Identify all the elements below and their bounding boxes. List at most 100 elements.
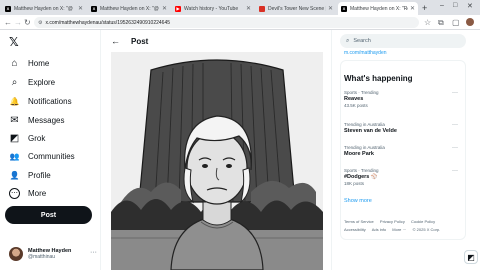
- search-input[interactable]: ⌕ Search: [340, 34, 466, 48]
- browser-tab-active[interactable]: X Matthew Hayden on X: "Ro ✕: [338, 2, 418, 15]
- bell-icon: 🔔: [9, 96, 20, 106]
- trend-item[interactable]: Trending in Australia Moore Park ···: [344, 145, 464, 157]
- nav-grok[interactable]: ◩ Grok: [9, 131, 46, 145]
- nav-communities[interactable]: 👥 Communities: [9, 149, 75, 163]
- trend-name: Reaves: [344, 96, 364, 102]
- close-window-button[interactable]: ✕: [467, 2, 473, 10]
- home-icon: ⌂: [11, 57, 18, 69]
- footer-links: Terms of Service Privacy Policy Cookie P…: [344, 218, 468, 234]
- nav-label: Home: [28, 58, 50, 68]
- extensions-icon[interactable]: ⧉: [438, 18, 444, 27]
- nav-label: Notifications: [28, 96, 72, 106]
- tab-title: Matthew Hayden on X: "Ro: [350, 5, 408, 12]
- side-panel-icon[interactable]: ▢: [452, 18, 460, 27]
- browser-tab[interactable]: X Matthew Hayden on X: "@ ✕: [88, 2, 170, 15]
- nav-more[interactable]: ⋯ More: [9, 186, 46, 200]
- tab-title: Watch history - YouTube: [184, 5, 239, 12]
- more-circle-icon: ⋯: [9, 187, 20, 199]
- profile-avatar[interactable]: [466, 18, 474, 26]
- bookmark-star-icon[interactable]: ☆: [424, 18, 431, 27]
- trend-item[interactable]: Sports · Trending #Dodgers ⚾ 18K posts ·…: [344, 168, 464, 186]
- trend-context: Sports · Trending: [344, 168, 379, 173]
- trend-context: Trending in Australia: [344, 122, 385, 127]
- more-icon[interactable]: ···: [452, 122, 458, 128]
- trend-context: Sports · Trending: [344, 90, 379, 95]
- browser-tab[interactable]: Devil's Tower New Scene | ✕: [256, 2, 336, 15]
- address-bar[interactable]: ⚙ x.com/matthewhaydenau/status/195263249…: [34, 17, 419, 28]
- x-logo-icon: X: [341, 5, 347, 12]
- site-info-icon[interactable]: ⚙: [38, 20, 42, 26]
- search-icon: ⌕: [346, 37, 350, 44]
- minimize-button[interactable]: –: [440, 2, 444, 9]
- maximize-button[interactable]: □: [453, 2, 457, 9]
- trend-item[interactable]: Sports · Trending Reaves 43.5K posts ···: [344, 90, 464, 108]
- back-arrow-icon[interactable]: ←: [4, 18, 12, 27]
- close-icon[interactable]: ✕: [78, 5, 83, 12]
- search-placeholder: Search: [353, 38, 371, 44]
- account-handle: @matthinau: [28, 254, 56, 260]
- more-icon[interactable]: ···: [452, 145, 458, 151]
- trend-count: 18K posts: [344, 181, 365, 186]
- browser-tab[interactable]: ▶ Watch history - YouTube ✕: [172, 2, 254, 15]
- footer-link[interactable]: Accessibility: [344, 227, 366, 232]
- reload-icon[interactable]: ↻: [24, 18, 31, 27]
- browser-toolbar: ← → ↻ ⚙ x.com/matthewhaydenau/status/195…: [0, 15, 480, 30]
- profile-link[interactable]: m.com/matthayden: [344, 50, 387, 56]
- footer-link[interactable]: More ···: [392, 227, 406, 232]
- browser-tab[interactable]: X Matthew Hayden on X: "@ ✕: [2, 2, 86, 15]
- address-text: x.com/matthewhaydenau/status/19526324909…: [45, 19, 171, 26]
- nav-messages[interactable]: ✉ Messages: [9, 113, 64, 127]
- more-icon[interactable]: ···: [452, 168, 458, 174]
- account-switcher[interactable]: Matthew Hayden @matthinau ···: [9, 244, 97, 264]
- close-icon[interactable]: ✕: [410, 5, 415, 12]
- close-icon[interactable]: ✕: [162, 5, 167, 12]
- more-icon[interactable]: ···: [90, 249, 97, 256]
- browser-tab-strip: X Matthew Hayden on X: "@ ✕ X Matthew Ha…: [0, 0, 480, 15]
- main-column: ← Post: [100, 30, 332, 270]
- grok-icon: ◩: [9, 132, 20, 144]
- avatar: [9, 247, 23, 261]
- footer-link[interactable]: Ads info: [372, 227, 386, 232]
- trend-name: Moore Park: [344, 151, 374, 157]
- footer-link[interactable]: Terms of Service: [344, 219, 374, 224]
- devils-tower-illustration: [111, 52, 323, 270]
- x-logo-icon: X: [5, 5, 11, 12]
- search-icon: ⌕: [11, 76, 18, 88]
- grok-floating-button[interactable]: ◩: [464, 250, 478, 264]
- back-arrow-icon[interactable]: ←: [111, 36, 120, 46]
- post-image[interactable]: [111, 52, 323, 270]
- close-icon[interactable]: ✕: [328, 5, 333, 12]
- nav-notifications[interactable]: 🔔 Notifications: [9, 94, 72, 108]
- person-icon: 👤: [9, 170, 20, 180]
- nav-explore[interactable]: ⌕ Explore: [9, 75, 55, 89]
- mail-icon: ✉: [10, 114, 19, 126]
- footer-link[interactable]: Cookie Policy: [411, 219, 435, 224]
- nav-profile[interactable]: 👤 Profile: [9, 168, 51, 182]
- more-icon[interactable]: ···: [452, 90, 458, 96]
- nav-label: More: [28, 188, 47, 198]
- tab-title: Devil's Tower New Scene |: [268, 5, 326, 12]
- forward-arrow-icon[interactable]: →: [14, 18, 22, 27]
- trend-name: Steven van de Velde: [344, 128, 397, 134]
- close-icon[interactable]: ✕: [246, 5, 251, 12]
- tab-title: Matthew Hayden on X: "@: [14, 5, 73, 12]
- x-page: 𝕏 ⌂ Home ⌕ Explore 🔔 Notifications ✉ Mes…: [0, 30, 480, 270]
- new-tab-button[interactable]: +: [422, 3, 427, 13]
- nav-label: Messages: [28, 115, 65, 125]
- whats-happening-title: What's happening: [344, 74, 413, 83]
- footer-copyright: © 2025 X Corp.: [412, 227, 441, 232]
- nav-label: Explore: [28, 77, 56, 87]
- trend-count: 43.5K posts: [344, 103, 368, 108]
- trend-item[interactable]: Trending in Australia Steven van de Veld…: [344, 122, 464, 134]
- x-logo-icon[interactable]: 𝕏: [9, 35, 19, 49]
- footer-link[interactable]: Privacy Policy: [380, 219, 405, 224]
- page-icon: [259, 5, 265, 12]
- nav-label: Grok: [28, 133, 46, 143]
- trend-context: Trending in Australia: [344, 145, 385, 150]
- post-button[interactable]: Post: [5, 206, 92, 224]
- nav-label: Communities: [28, 151, 75, 161]
- tab-title: Matthew Hayden on X: "@: [100, 5, 159, 12]
- nav-home[interactable]: ⌂ Home: [9, 56, 49, 70]
- show-more-link[interactable]: Show more: [344, 198, 372, 204]
- x-logo-icon: X: [91, 5, 97, 12]
